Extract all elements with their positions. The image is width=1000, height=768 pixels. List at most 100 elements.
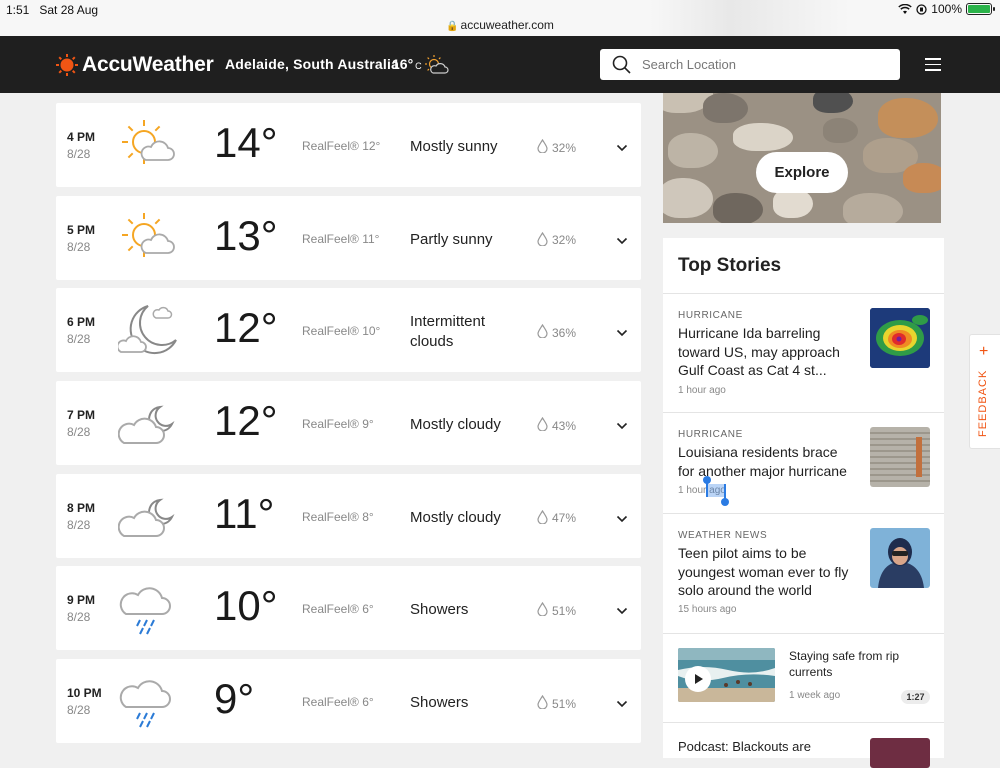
story-headline[interactable]: Podcast: Blackouts are — [678, 738, 838, 757]
orientation-lock-icon — [916, 3, 927, 15]
raindrop-icon — [537, 602, 548, 619]
shutters-image — [870, 427, 930, 487]
hour-date: 8/28 — [67, 517, 91, 532]
search-box[interactable] — [600, 49, 900, 80]
hour-time: 10 PM — [67, 686, 102, 701]
weather-phrase: Mostly cloudy — [410, 508, 501, 526]
video-duration-badge: 1:27 — [901, 690, 930, 704]
cloud-moon-icon — [117, 486, 180, 548]
cloud-moon-icon — [117, 393, 180, 455]
feedback-label: FEEDBACK — [977, 369, 989, 437]
radar-image — [870, 308, 930, 368]
story-headline[interactable]: Hurricane Ida barreling toward US, may a… — [678, 324, 853, 380]
rain-cloud-icon — [118, 671, 180, 733]
weather-phrase: Showers — [410, 601, 469, 619]
hour-date: 8/28 — [67, 425, 91, 440]
realfeel-value: RealFeel® 6° — [302, 602, 374, 617]
current-location[interactable]: Adelaide, South Australia — [225, 56, 399, 72]
hour-temperature: 11° — [214, 489, 275, 537]
battery-icon — [966, 3, 995, 15]
hour-date: 8/28 — [67, 610, 91, 625]
story-item[interactable]: HURRICANE Louisiana residents brace for … — [663, 413, 944, 513]
shutters-thumbnail[interactable] — [870, 427, 930, 487]
video-story-item[interactable]: Staying safe from rip currents 1 week ag… — [663, 634, 944, 722]
hourly-forecast-card[interactable]: 8 PM 8/28 11° RealFeel® 8° Mostly cloudy 47% — [56, 473, 641, 558]
hour-time: 7 PM — [67, 408, 96, 423]
weather-phrase: Partly sunny — [410, 230, 493, 248]
hurricane-radar-thumbnail[interactable] — [870, 308, 930, 368]
story-item[interactable]: WEATHER NEWS Teen pilot aims to be young… — [663, 514, 944, 633]
hour-temperature: 12° — [214, 304, 278, 352]
video-time: 1 week ago — [789, 690, 841, 701]
precipitation: 51% — [537, 694, 576, 712]
video-thumbnail[interactable] — [678, 648, 775, 702]
story-item[interactable]: HURRICANE Hurricane Ida barreling toward… — [663, 294, 944, 412]
chevron-down-icon[interactable] — [616, 232, 628, 250]
play-icon[interactable] — [685, 666, 711, 692]
explore-button[interactable]: Explore — [756, 152, 848, 193]
hour-time: 6 PM — [67, 315, 96, 330]
site-header: AccuWeather Adelaide, South Australia 16… — [0, 36, 1000, 93]
current-temp[interactable]: 16° C — [392, 56, 422, 72]
address-bar[interactable]: 🔒 accuweather.com — [0, 18, 1000, 32]
podcast-thumbnail[interactable] — [870, 738, 930, 768]
chevron-down-icon[interactable] — [616, 324, 628, 342]
hour-temperature: 13° — [214, 211, 278, 259]
moon-cloud-icon — [116, 300, 180, 362]
hour-date: 8/28 — [67, 332, 91, 347]
precipitation: 47% — [537, 509, 576, 527]
selection-knob-start[interactable] — [703, 476, 711, 484]
selection-knob-end[interactable] — [721, 498, 729, 506]
hamburger-menu-icon[interactable] — [925, 58, 941, 71]
hourly-forecast-card[interactable]: 10 PM 8/28 9° RealFeel® 6° Showers 51% — [56, 659, 641, 744]
weather-phrase: Mostly sunny — [410, 138, 498, 155]
precipitation: 43% — [537, 416, 576, 434]
wifi-icon — [898, 3, 913, 14]
chevron-down-icon[interactable] — [616, 510, 628, 528]
hourly-forecast-card[interactable]: 4 PM 8/28 14° RealFeel® 12° Mostly sunny 32% — [56, 103, 641, 187]
precipitation: 32% — [537, 138, 576, 156]
search-input[interactable] — [642, 49, 882, 80]
logo-sun-icon — [56, 54, 78, 76]
hourly-forecast-card[interactable]: 6 PM 8/28 12° RealFeel® 10° Intermittent clo… — [56, 288, 641, 373]
pilot-image — [870, 528, 930, 588]
raindrop-icon — [537, 694, 548, 712]
story-headline[interactable]: Teen pilot aims to be youngest woman eve… — [678, 544, 853, 600]
chevron-down-icon[interactable] — [616, 602, 628, 620]
realfeel-value: RealFeel® 9° — [302, 417, 374, 432]
search-icon[interactable] — [612, 55, 631, 74]
hour-time: 9 PM — [67, 593, 96, 608]
precipitation: 51% — [537, 602, 576, 619]
weather-phrase: Showers — [410, 694, 469, 712]
realfeel-value: RealFeel® 8° — [302, 509, 374, 524]
weather-phrase: Intermittent clouds — [410, 313, 486, 351]
accuweather-logo[interactable]: AccuWeather — [56, 53, 214, 77]
text-selection-highlight — [706, 484, 726, 497]
raindrop-icon — [537, 509, 548, 527]
hour-temperature: 10° — [214, 582, 278, 630]
feedback-tab[interactable]: + FEEDBACK — [969, 334, 1000, 449]
chevron-down-icon[interactable] — [616, 139, 628, 157]
hourly-forecast-card[interactable]: 5 PM 8/28 13° RealFeel® 11° Partly sunny 32% — [56, 195, 641, 280]
hourly-forecast-card[interactable]: 7 PM 8/28 12° RealFeel® 9° Mostly cloudy 43% — [56, 381, 641, 466]
hour-time: 8 PM — [67, 500, 96, 515]
promo-banner[interactable]: Explore — [663, 93, 941, 223]
plus-icon: + — [979, 343, 989, 360]
story-headline[interactable]: Louisiana residents brace for another ma… — [678, 443, 853, 480]
hourly-forecast-card[interactable]: 9 PM 8/28 10° RealFeel® 6° Showers 51% — [56, 566, 641, 651]
pilot-thumbnail[interactable] — [870, 528, 930, 588]
hour-date: 8/28 — [67, 703, 91, 718]
story-category: HURRICANE — [678, 310, 743, 321]
partly-sunny-night-icon — [425, 55, 449, 74]
story-category: HURRICANE — [678, 429, 743, 440]
chevron-down-icon[interactable] — [616, 695, 628, 713]
realfeel-value: RealFeel® 6° — [302, 695, 374, 710]
hour-date: 8/28 — [67, 147, 91, 161]
story-time: 15 hours ago — [678, 604, 737, 615]
story-item[interactable]: Podcast: Blackouts are — [663, 723, 944, 768]
hour-time: 4 PM — [67, 130, 96, 144]
story-category: WEATHER NEWS — [678, 530, 768, 541]
raindrop-icon — [537, 416, 548, 434]
video-headline[interactable]: Staying safe from rip currents — [789, 648, 924, 680]
chevron-down-icon[interactable] — [616, 417, 628, 435]
